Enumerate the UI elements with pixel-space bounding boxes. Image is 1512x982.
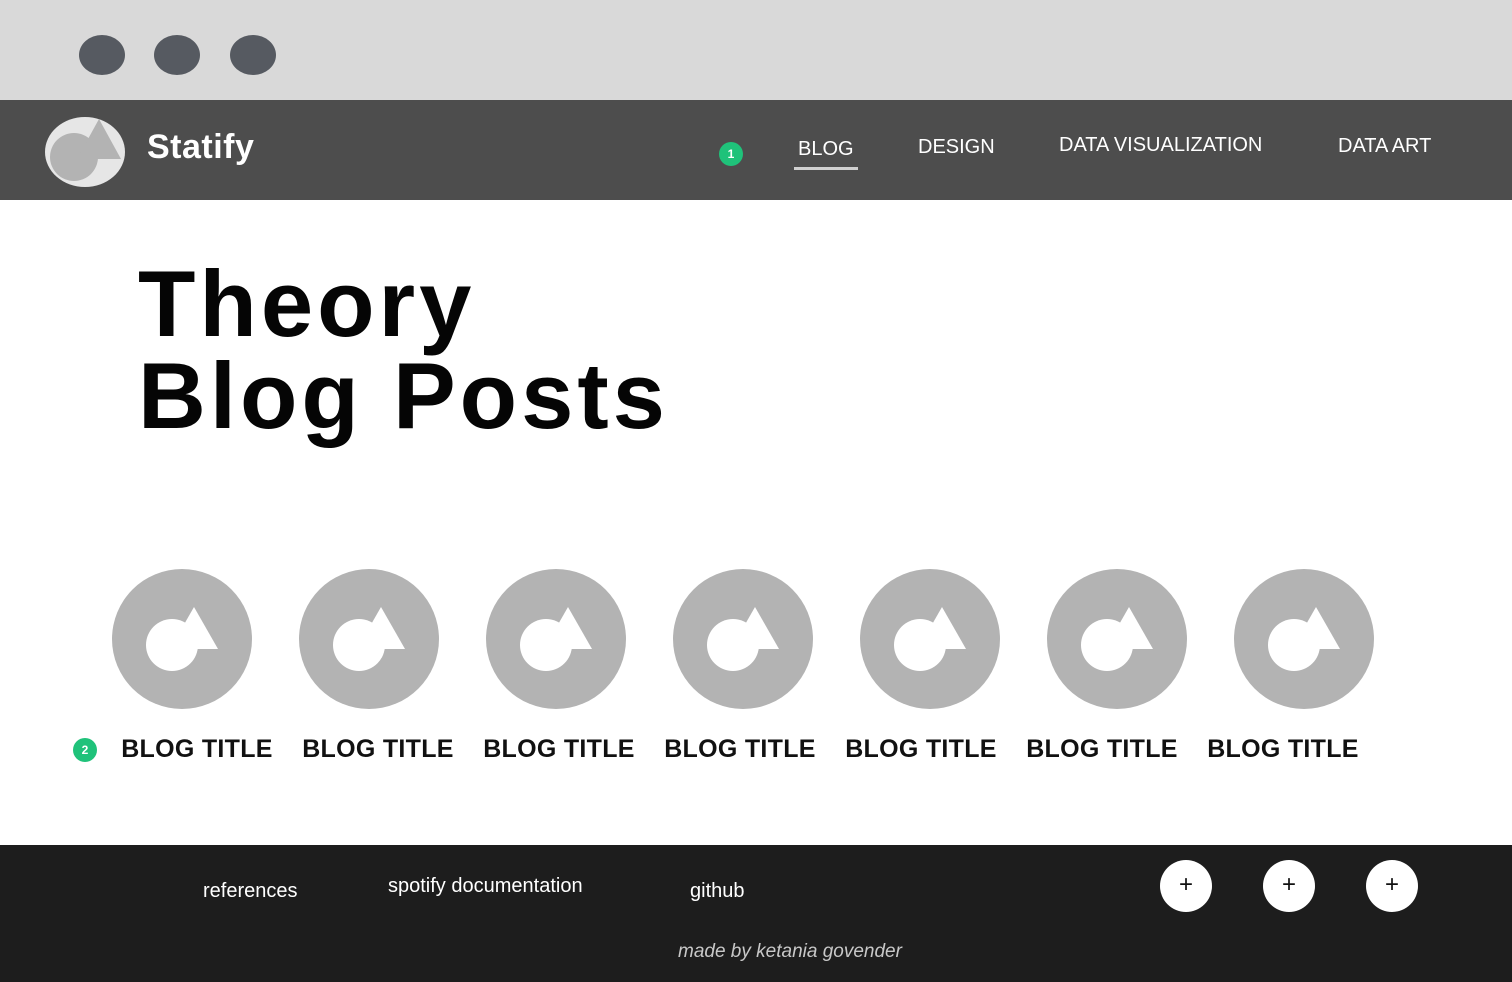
nav-item-data-art[interactable]: DATA ART (1338, 135, 1431, 158)
blog-post-title[interactable]: BLOG TITLE (298, 735, 458, 764)
footer-link-references[interactable]: references (203, 880, 298, 903)
blog-post-title[interactable]: BLOG TITLE (841, 735, 1001, 764)
blog-post-title[interactable]: BLOG TITLE (1022, 735, 1182, 764)
blog-post-thumbnail-icon[interactable] (486, 569, 626, 709)
nav-item-design[interactable]: DESIGN (918, 136, 995, 159)
blog-post-title[interactable]: BLOG TITLE (117, 735, 277, 764)
posts-step-badge: 2 (73, 738, 97, 762)
plus-icon[interactable]: + (1366, 860, 1418, 912)
plus-icon[interactable]: + (1263, 860, 1315, 912)
blog-post-thumbnail-icon[interactable] (299, 569, 439, 709)
blog-post-thumbnail-icon[interactable] (1047, 569, 1187, 709)
blog-post-thumbnail-icon[interactable] (1234, 569, 1374, 709)
blog-post-thumbnail-icon[interactable] (112, 569, 252, 709)
footer-link-spotify-documentation[interactable]: spotify documentation (388, 875, 583, 898)
nav-item-blog[interactable]: BLOG (794, 138, 858, 170)
footer-link-github[interactable]: github (690, 880, 745, 903)
site-header: Statify 1 BLOG DESIGN DATA VISUALIZATION… (0, 100, 1512, 200)
page-title: Theory Blog Posts (138, 251, 669, 448)
footer-credit: made by ketania govender (678, 941, 902, 962)
blog-post-title[interactable]: BLOG TITLE (479, 735, 639, 764)
nav-item-data-visualization[interactable]: DATA VISUALIZATION (1059, 134, 1262, 157)
plus-icon[interactable]: + (1160, 860, 1212, 912)
brand-name[interactable]: Statify (147, 128, 254, 167)
blog-post-title[interactable]: BLOG TITLE (1203, 735, 1363, 764)
site-footer: references spotify documentation github … (0, 845, 1512, 982)
blog-post-title[interactable]: BLOG TITLE (660, 735, 820, 764)
page-title-line-2: Blog Posts (138, 343, 669, 448)
window-maximize-button[interactable] (230, 35, 276, 75)
window-close-button[interactable] (79, 35, 125, 75)
blog-post-thumbnail-icon[interactable] (673, 569, 813, 709)
blog-post-thumbnail-icon[interactable] (860, 569, 1000, 709)
statify-logo-icon[interactable] (45, 117, 125, 187)
window-titlebar (0, 0, 1512, 100)
page-title-line-1: Theory (138, 251, 476, 356)
nav-step-badge: 1 (719, 142, 743, 166)
window-minimize-button[interactable] (154, 35, 200, 75)
